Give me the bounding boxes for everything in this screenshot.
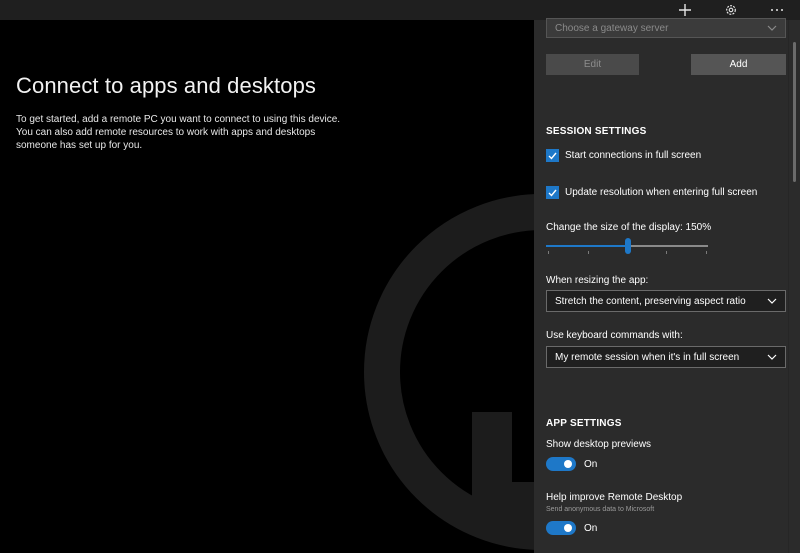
desktop-previews-state: On bbox=[584, 458, 598, 470]
toggle-knob bbox=[564, 524, 572, 532]
title-bar bbox=[0, 0, 800, 20]
gateway-select[interactable]: Choose a gateway server bbox=[546, 18, 786, 38]
intro-text: To get started, add a remote PC you want… bbox=[16, 113, 356, 152]
plus-icon bbox=[679, 4, 691, 16]
slider-tick bbox=[706, 251, 707, 254]
add-button[interactable] bbox=[662, 0, 708, 20]
keyboard-commands-select-value: My remote session when it's in full scre… bbox=[555, 351, 740, 363]
edit-button[interactable]: Edit bbox=[546, 54, 639, 75]
display-size-label: Change the size of the display: 150% bbox=[546, 222, 712, 233]
slider-track-empty bbox=[628, 245, 708, 247]
chevron-down-icon bbox=[767, 25, 777, 31]
settings-panel: Choose a gateway server Edit Add SESSION… bbox=[534, 18, 788, 553]
display-size-slider[interactable] bbox=[546, 238, 708, 254]
chevron-down-icon bbox=[767, 354, 777, 360]
improve-remote-desktop-sublabel: Send anonymous data to Microsoft bbox=[546, 506, 655, 513]
settings-button[interactable] bbox=[708, 0, 754, 20]
slider-thumb[interactable] bbox=[625, 238, 631, 254]
slider-track-filled bbox=[546, 245, 628, 247]
improve-remote-desktop-toggle[interactable] bbox=[546, 521, 576, 535]
fullscreen-checkbox-row[interactable]: Start connections in full screen bbox=[546, 149, 701, 162]
checkmark-icon bbox=[548, 152, 557, 160]
intro-line-1: To get started, add a remote PC you want… bbox=[16, 114, 341, 125]
session-settings-heading: SESSION SETTINGS bbox=[546, 126, 647, 137]
keyboard-label: Use keyboard commands with: bbox=[546, 330, 683, 341]
toggle-knob bbox=[564, 460, 572, 468]
desktop-previews-toggle[interactable] bbox=[546, 457, 576, 471]
resize-label: When resizing the app: bbox=[546, 275, 649, 286]
update-resolution-checkbox-row[interactable]: Update resolution when entering full scr… bbox=[546, 186, 757, 199]
intro-line-2: You can also add remote resources to wor… bbox=[16, 127, 316, 151]
add-gateway-button[interactable]: Add bbox=[691, 54, 786, 75]
main-area: Connect to apps and desktops To get star… bbox=[0, 20, 534, 553]
more-button[interactable] bbox=[754, 0, 800, 20]
ellipsis-icon bbox=[771, 9, 783, 11]
update-resolution-checkbox[interactable] bbox=[546, 186, 559, 199]
fullscreen-checkbox-label: Start connections in full screen bbox=[565, 150, 702, 161]
checkmark-icon bbox=[548, 189, 557, 197]
resize-mode-select-value: Stretch the content, preserving aspect r… bbox=[555, 295, 746, 307]
desktop-previews-toggle-row[interactable]: On bbox=[546, 457, 597, 471]
app-settings-heading: APP SETTINGS bbox=[546, 418, 622, 429]
improve-remote-desktop-label: Help improve Remote Desktop bbox=[546, 492, 683, 503]
settings-scrollbar[interactable] bbox=[788, 20, 800, 553]
slider-tick bbox=[548, 251, 549, 254]
remote-desktop-logo-icon bbox=[364, 194, 534, 550]
title-bar-actions bbox=[662, 0, 800, 20]
improve-remote-desktop-toggle-row[interactable]: On bbox=[546, 521, 597, 535]
keyboard-commands-select[interactable]: My remote session when it's in full scre… bbox=[546, 346, 786, 368]
slider-tick bbox=[666, 251, 667, 254]
scrollbar-thumb[interactable] bbox=[793, 42, 796, 182]
resize-mode-select[interactable]: Stretch the content, preserving aspect r… bbox=[546, 290, 786, 312]
gear-icon bbox=[726, 5, 736, 15]
desktop-previews-label: Show desktop previews bbox=[546, 439, 652, 450]
fullscreen-checkbox[interactable] bbox=[546, 149, 559, 162]
improve-remote-desktop-state: On bbox=[584, 522, 598, 534]
page-title: Connect to apps and desktops bbox=[16, 73, 317, 98]
slider-tick bbox=[588, 251, 589, 254]
chevron-down-icon bbox=[767, 298, 777, 304]
gateway-select-value: Choose a gateway server bbox=[555, 22, 669, 34]
update-resolution-checkbox-label: Update resolution when entering full scr… bbox=[565, 187, 758, 198]
